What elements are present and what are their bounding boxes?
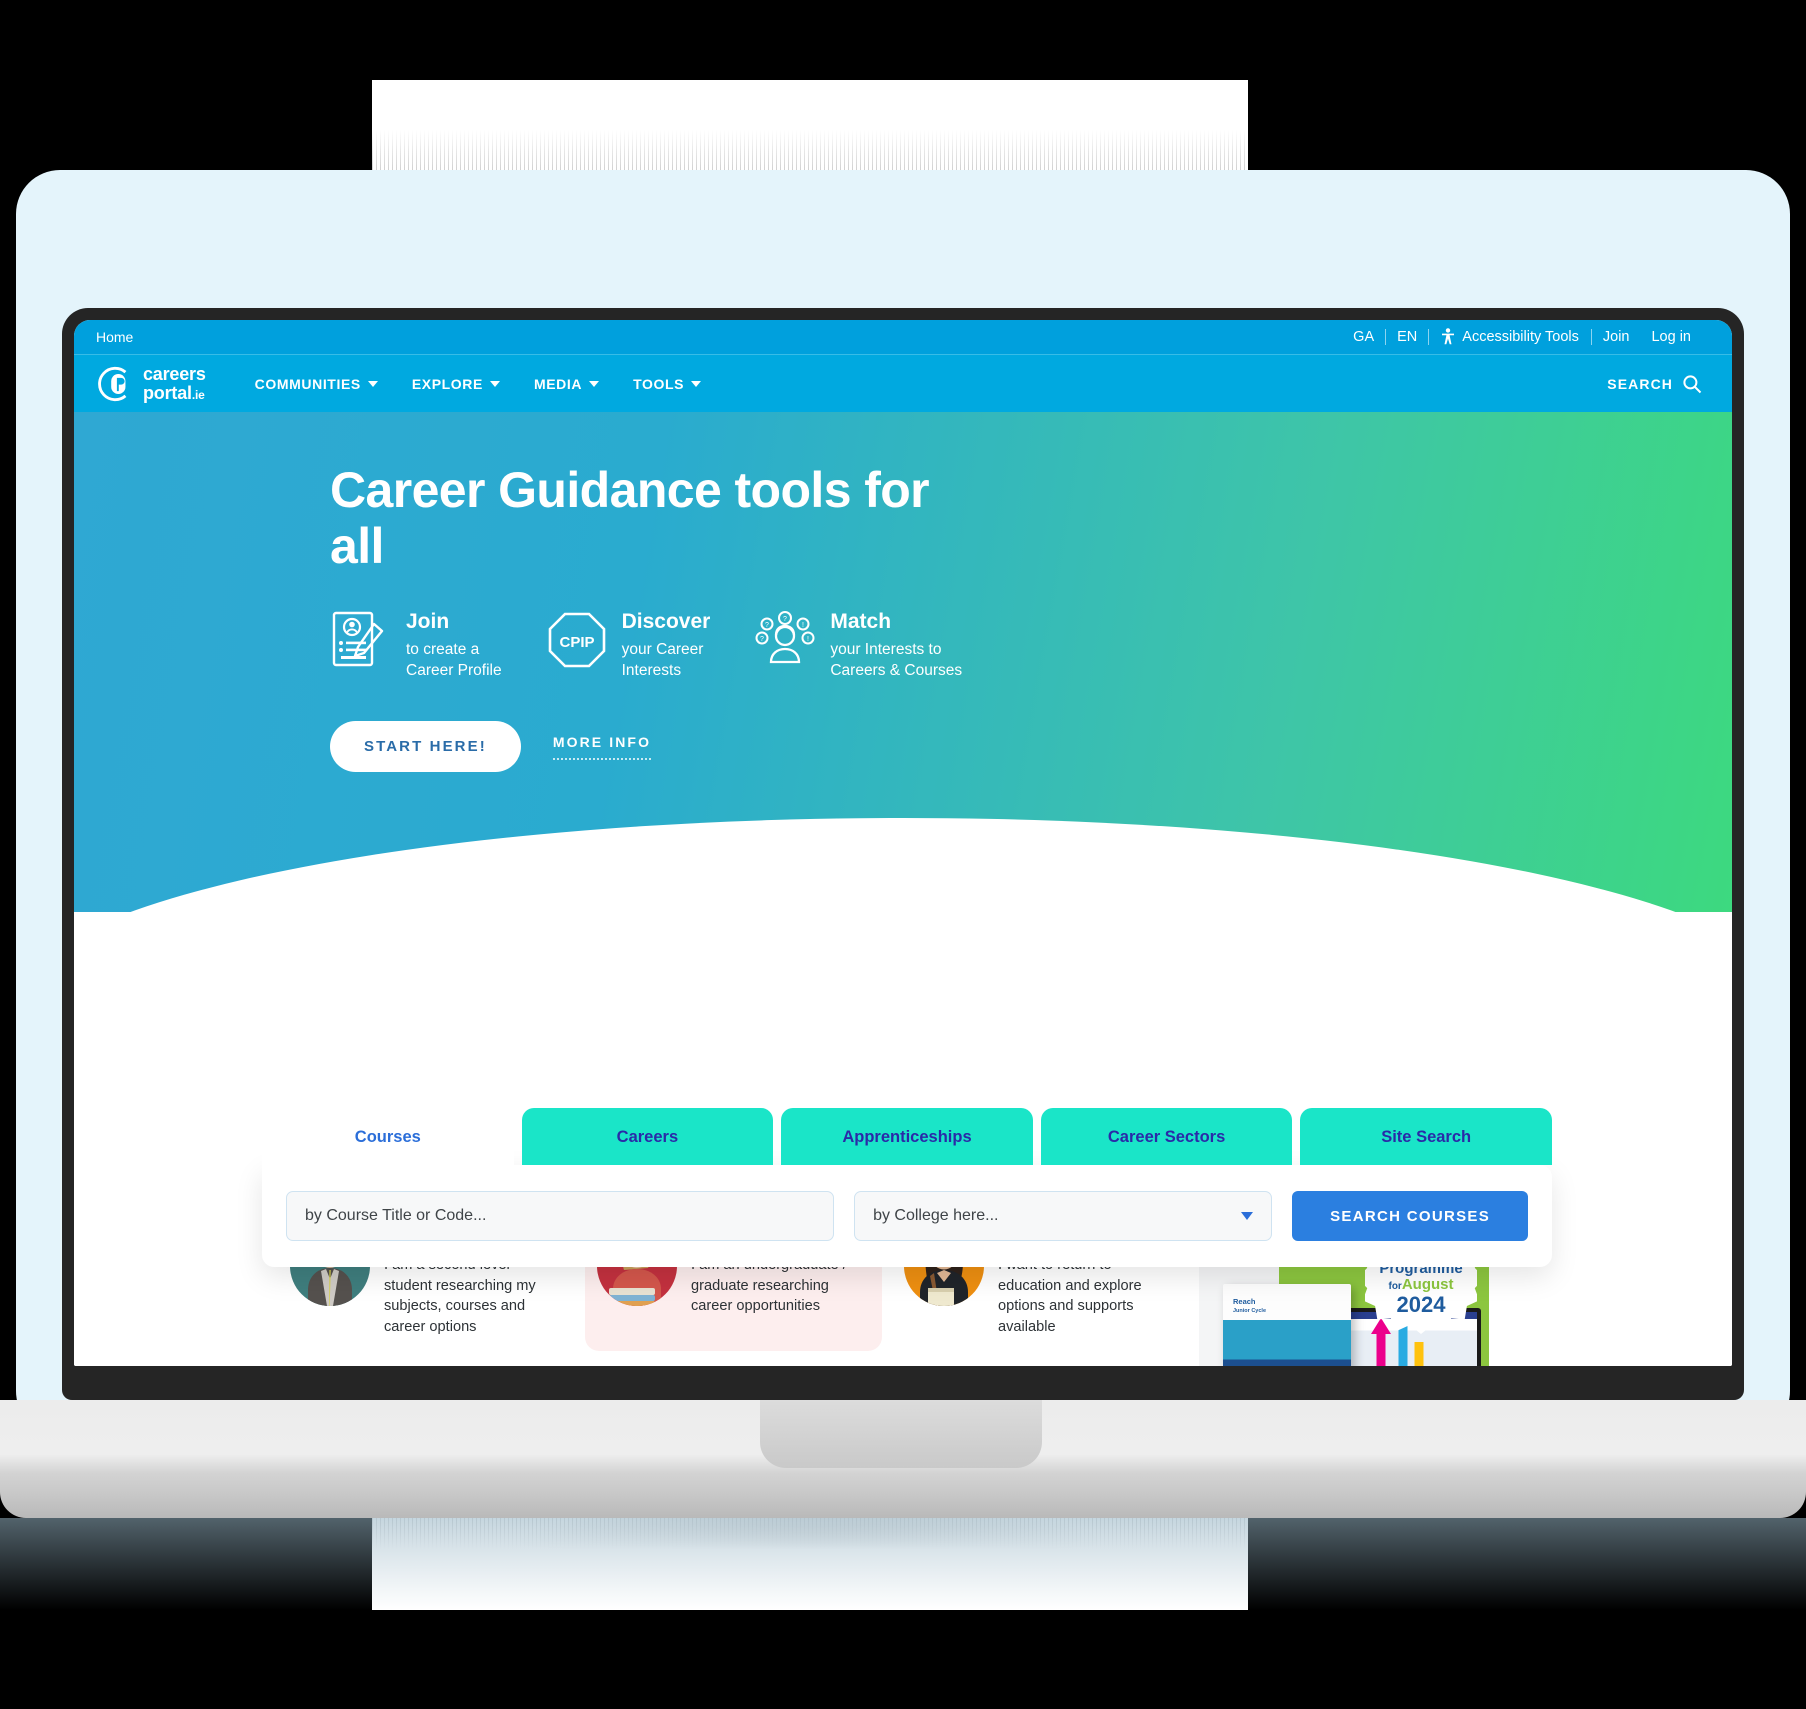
lang-ga-link[interactable]: GA [1342, 329, 1385, 345]
svg-text:?: ? [783, 616, 787, 623]
step-title: Join [406, 610, 450, 633]
step-subtitle: your Career Interests [621, 641, 704, 679]
badge-year: 2024 [1396, 1291, 1446, 1317]
hero-steps: Join to create a Career Profile CPIP Dis… [330, 610, 1732, 681]
accessibility-label: Accessibility Tools [1462, 329, 1579, 345]
step-subtitle: your Interests to Careers & Courses [830, 641, 963, 679]
breadcrumb-home[interactable]: Home [96, 329, 133, 345]
laptop-shadow [0, 1518, 1806, 1610]
hero-cta-row: START HERE! MORE INFO [330, 721, 1732, 772]
card-description: I am a second level student researching … [384, 1257, 536, 1335]
badge-for: for [1388, 1281, 1402, 1293]
step-text: Discover your Career Interests [622, 610, 711, 681]
hero-step-discover[interactable]: CPIP Discover your Career Interests [546, 610, 711, 681]
step-text: Match your Interests to Careers & Course… [830, 610, 962, 681]
chevron-down-icon [589, 380, 600, 387]
course-search-card: Courses Careers Apprenticeships Career S… [262, 1108, 1552, 1267]
step-title: Match [830, 610, 892, 633]
svg-text:?: ? [760, 636, 764, 643]
badge-month: August [1401, 1276, 1454, 1294]
course-title-placeholder: by Course Title or Code... [305, 1207, 487, 1224]
nav-item-tools[interactable]: TOOLS [616, 376, 718, 392]
community-card-parents[interactable]: Parents I want to understand my child's … [585, 1361, 882, 1366]
laptop-notch [760, 1400, 1042, 1468]
cpip-octagon-icon: CPIP [548, 612, 605, 668]
booklet-logo-sub: Junior Cycle [1233, 1308, 1267, 1315]
nav-menu: COMMUNITIES EXPLORE MEDIA TOOLS [238, 376, 1608, 392]
accessibility-tools-link[interactable]: Accessibility Tools [1429, 328, 1591, 346]
booklet-logo: Reach Junior Cycle [1233, 1297, 1267, 1315]
logo-line-1: careers [143, 364, 206, 385]
step-title: Discover [621, 610, 711, 633]
site-logo[interactable]: careers portal.ie [96, 365, 206, 403]
chevron-down-icon [489, 380, 500, 387]
breadcrumb[interactable]: Home [96, 329, 1342, 345]
svg-text:CPIP: CPIP [559, 634, 594, 651]
search-icon [1683, 374, 1702, 393]
nav-label: MEDIA [533, 375, 583, 392]
document-pencil-icon [332, 611, 384, 667]
search-button[interactable]: SEARCH [1607, 374, 1702, 394]
person-match-icon: ? ? ! ? ! [755, 611, 815, 664]
svg-text:?: ? [765, 622, 769, 629]
search-label: SEARCH [1607, 375, 1673, 392]
nav-label: TOOLS [633, 375, 685, 392]
utility-links: GA EN Accessibility Tools Join Log in [1342, 328, 1702, 346]
nav-item-communities[interactable]: COMMUNITIES [238, 376, 395, 392]
nav-label: EXPLORE [411, 375, 483, 392]
card-description: I want to return to education and explor… [998, 1257, 1142, 1335]
step-subtitle: to create a Career Profile [406, 641, 502, 679]
start-here-button[interactable]: START HERE! [330, 721, 521, 772]
search-courses-button[interactable]: SEARCH COURSES [1292, 1191, 1528, 1241]
hero-step-join[interactable]: Join to create a Career Profile [330, 610, 502, 681]
login-link[interactable]: Log in [1640, 329, 1702, 345]
svg-text:!: ! [807, 636, 809, 643]
lang-en-link[interactable]: EN [1386, 329, 1428, 345]
join-link[interactable]: Join [1592, 329, 1641, 345]
logo-line-2: portal [143, 382, 192, 403]
nav-label: COMMUNITIES [254, 375, 361, 392]
chevron-down-icon [691, 380, 702, 387]
step-text: Join to create a Career Profile [406, 610, 502, 681]
community-card-job-seekers[interactable]: Job Seekers I am interested in upskillin… [278, 1361, 575, 1366]
tab-careers[interactable]: Careers [521, 1108, 774, 1165]
utility-bar: Home GA EN Accessibility Tools Join Log … [74, 320, 1732, 354]
svg-text:!: ! [802, 622, 804, 629]
chevron-down-icon [367, 380, 378, 387]
community-card-guidance-professionals[interactable]: Guidance / Teaching Professionals I want… [892, 1357, 1189, 1366]
laptop-lid: Home GA EN Accessibility Tools Join Log … [62, 308, 1744, 1400]
hero-content: Career Guidance tools for all Join to cr… [74, 412, 1732, 772]
nav-item-explore[interactable]: EXPLORE [395, 376, 517, 392]
college-select[interactable]: by College here... [854, 1191, 1273, 1241]
browser-screen: Home GA EN Accessibility Tools Join Log … [74, 320, 1732, 1366]
chevron-down-icon [1241, 1212, 1254, 1220]
more-info-link[interactable]: MORE INFO [552, 734, 652, 760]
tab-site-search[interactable]: Site Search [1300, 1108, 1552, 1165]
course-title-input[interactable]: by Course Title or Code... [286, 1191, 835, 1241]
nav-item-media[interactable]: MEDIA [517, 376, 616, 392]
careersportal-logo-icon [98, 366, 127, 401]
accessibility-icon [1442, 328, 1455, 345]
main-navigation: careers portal.ie COMMUNITIES EXPLORE ME… [74, 354, 1732, 412]
tab-career-sectors[interactable]: Career Sectors [1040, 1108, 1293, 1165]
tab-apprenticeships[interactable]: Apprenticeships [781, 1108, 1033, 1165]
badge-line-3: forAugust [1388, 1277, 1453, 1292]
scene: Home GA EN Accessibility Tools Join Log … [0, 0, 1806, 1709]
college-select-value: by College here... [873, 1207, 999, 1224]
search-tabs: Courses Careers Apprenticeships Career S… [262, 1108, 1552, 1165]
logo-wordmark: careers portal.ie [143, 365, 206, 402]
hero-step-match[interactable]: ? ? ! ? ! Match your Interests to Career… [754, 610, 962, 681]
tab-courses[interactable]: Courses [262, 1108, 514, 1165]
search-form: by Course Title or Code... by College he… [262, 1165, 1552, 1267]
page-title: Career Guidance tools for all [330, 462, 930, 574]
hero-banner: Career Guidance tools for all Join to cr… [74, 412, 1732, 912]
logo-tld: .ie [191, 387, 205, 402]
hero-curve-mask [74, 818, 1732, 912]
booklet-logo-name: Reach [1233, 1297, 1256, 1306]
